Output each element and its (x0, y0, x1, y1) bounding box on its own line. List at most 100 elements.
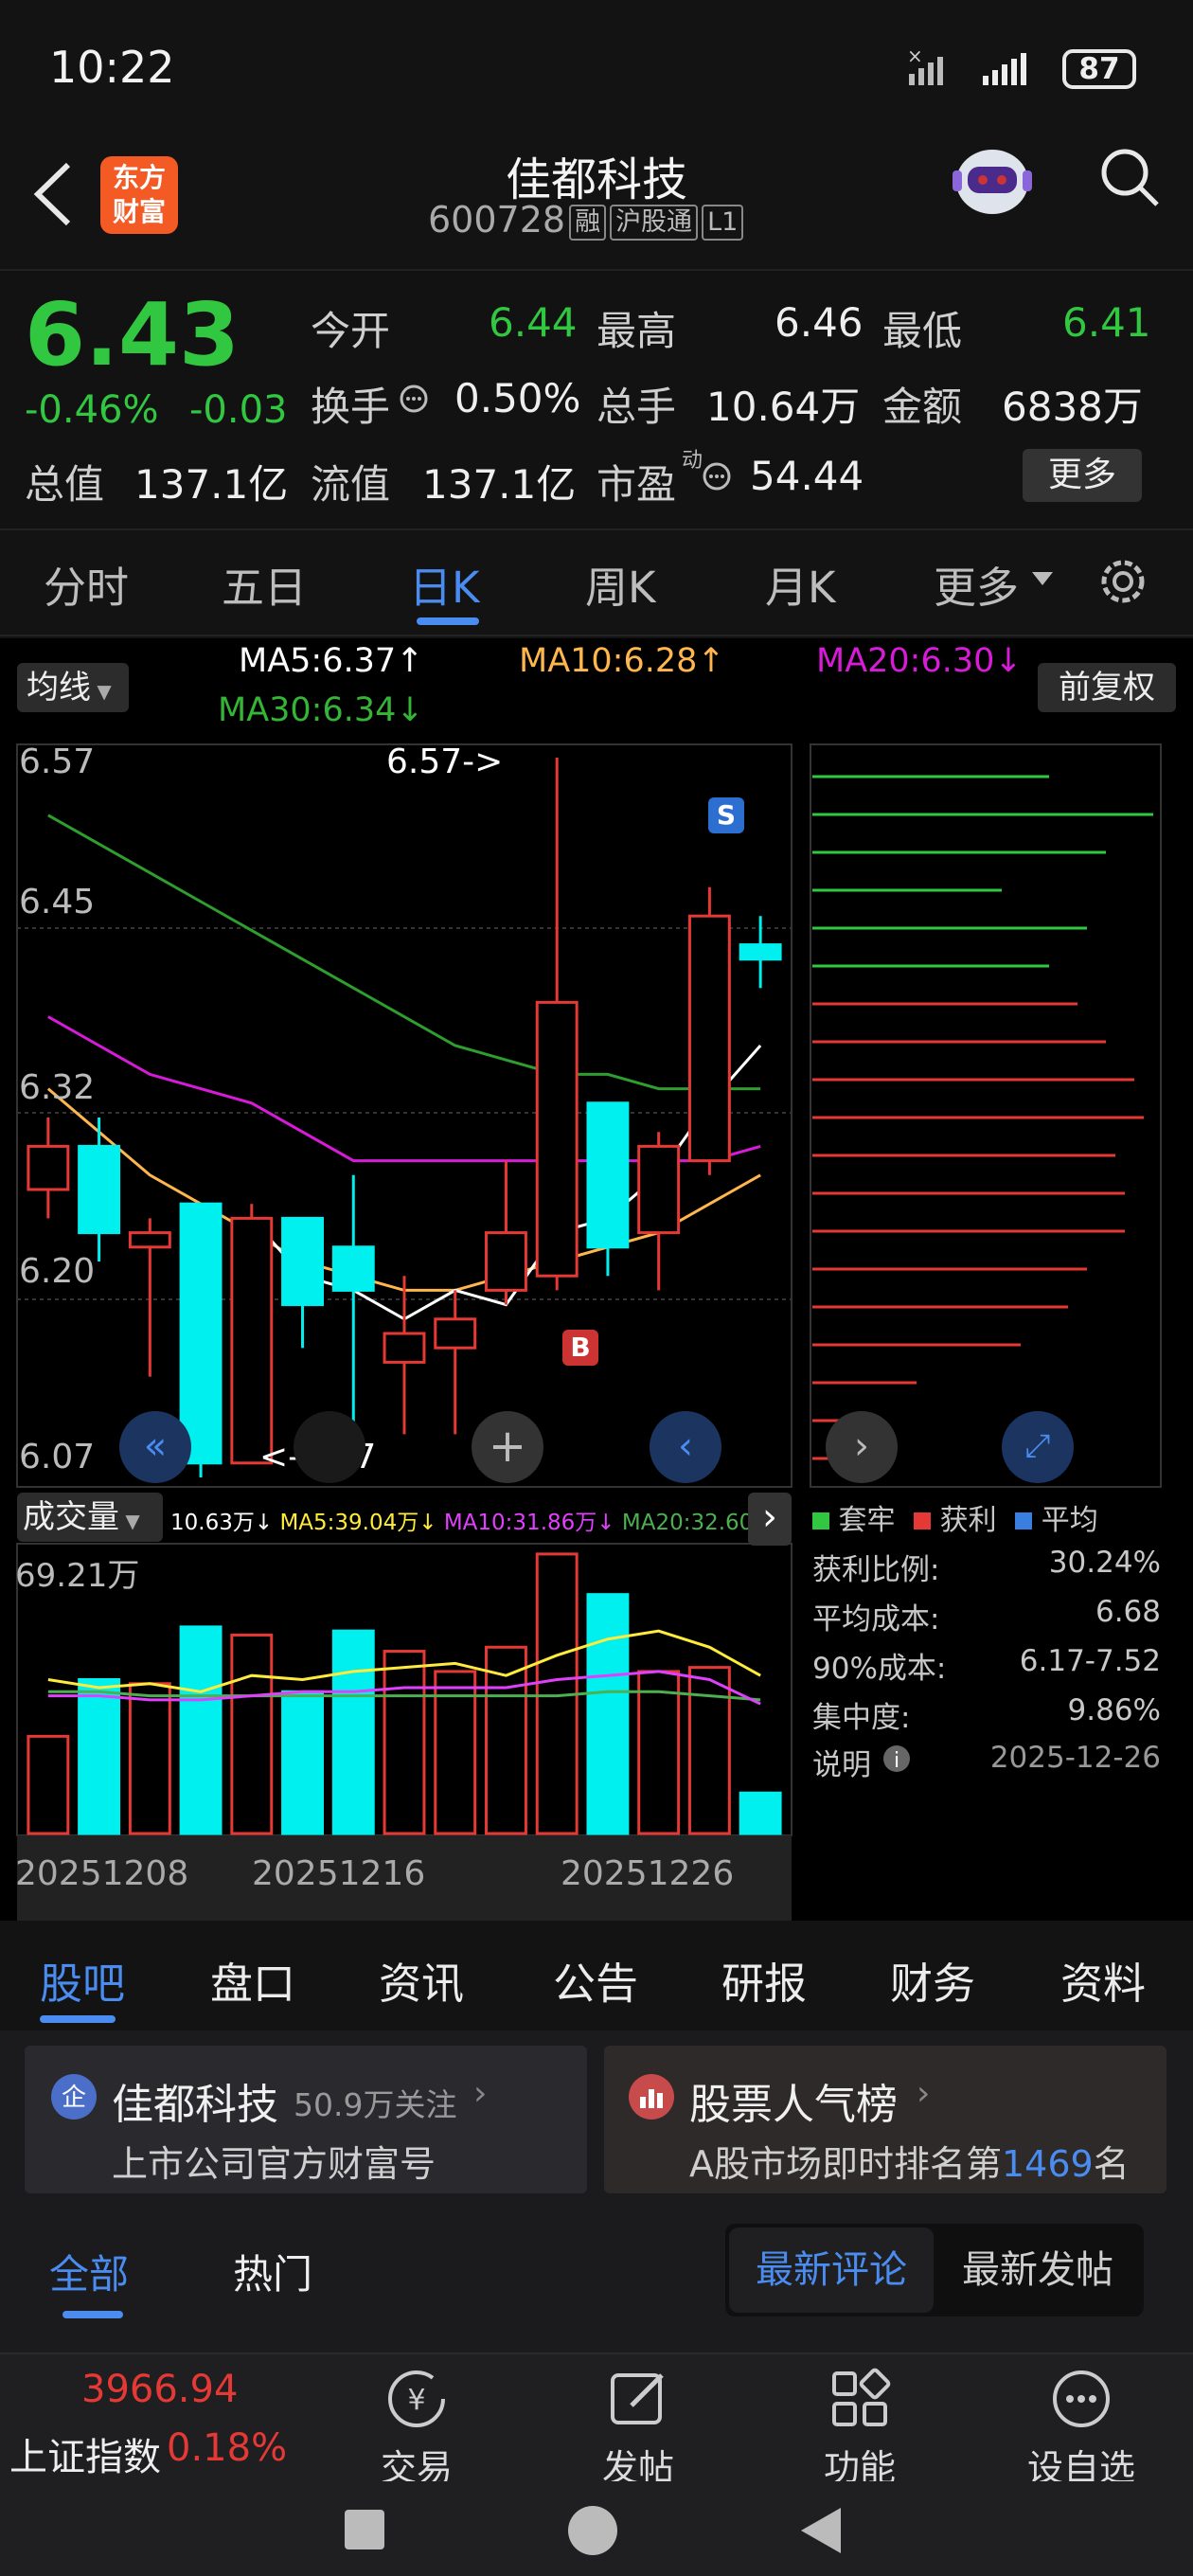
adjust-mode-button[interactable]: 前复权 (1038, 663, 1176, 712)
mktcap-value: 137.1亿 (134, 461, 289, 508)
tab-minute[interactable]: 分时 (44, 553, 129, 615)
price-label-low: 6.07 (19, 1438, 96, 1476)
chip-stat-label: 获利比例: (812, 1553, 940, 1587)
sort-latest-comment[interactable]: 最新评论 (729, 2227, 934, 2313)
date-label-1: 20251208 (15, 1854, 189, 1893)
grid-apps-icon (832, 2368, 891, 2426)
candles (27, 758, 782, 1477)
scroll-first-button[interactable]: « (119, 1411, 191, 1483)
rank-prefix: A股市场即时排名第 (689, 2143, 1002, 2185)
high-marker: 6.57-> (386, 742, 504, 781)
chip-stat-label: 集中度: (812, 1701, 911, 1735)
mktcap-label: 总值 (25, 461, 105, 508)
chip-distribution (812, 775, 1153, 1460)
popularity-subtitle: A股市场即时排名第1469名 (689, 2135, 1130, 2187)
add-watchlist-button[interactable]: 设自选 (1024, 2368, 1138, 2491)
volume-indicator-selector[interactable]: 成交量 ▼ (17, 1493, 163, 1542)
official-account-card[interactable]: 企 佳都科技 50.9万关注 › 上市公司官方财富号 (25, 2046, 587, 2193)
low-value: 6.41 (1062, 299, 1151, 346)
change-pct: -0.46% (25, 388, 159, 432)
volume-bar (739, 1791, 782, 1835)
sort-latest-post[interactable]: 最新发帖 (935, 2227, 1140, 2313)
high-label: 最高 (596, 308, 677, 354)
change-abs: -0.03 (189, 388, 288, 432)
volume-selector-label: 成交量 (23, 1498, 119, 1536)
date-label-3: 20251226 (561, 1854, 735, 1893)
open-value: 6.44 (489, 299, 578, 346)
svg-text:¥: ¥ (407, 2384, 425, 2417)
scroll-left-button[interactable]: ‹ (650, 1411, 721, 1483)
info-icon[interactable]: i (881, 1743, 913, 1775)
app-screen: 10:22 × 87 东方财富 佳都科技 600728 融沪股通 L1 6.43 -… (0, 0, 1193, 2576)
gear-icon[interactable] (1095, 553, 1151, 610)
tab-daily-k[interactable]: 日K (409, 553, 480, 615)
volume-value: 10.64万 (706, 384, 861, 430)
tab-more[interactable]: 更多 (934, 553, 1019, 615)
info-circle-icon[interactable] (398, 383, 430, 415)
volume-bar (230, 1633, 274, 1835)
tab-news[interactable]: 资讯 (379, 1949, 464, 2011)
ma5-legend: MA5:6.37↑ (239, 642, 424, 680)
ma-selector[interactable]: 均线 ▼ (17, 663, 129, 712)
candle-body (281, 1216, 324, 1307)
tab-profile[interactable]: 资料 (1060, 1949, 1146, 2011)
candle-body (637, 1144, 681, 1235)
sell-marker[interactable]: S (708, 797, 744, 833)
buy-marker[interactable]: B (562, 1330, 598, 1366)
vol-ma5: MA5:39.04万↓ (279, 1511, 437, 1535)
ma20-legend: MA20:6.30↓ (816, 642, 1023, 680)
chip-stat-value: 6.68 (1095, 1595, 1161, 1629)
tab-weekly-k[interactable]: 周K (585, 553, 656, 615)
enterprise-badge-icon: 企 (51, 2074, 97, 2120)
robot-assistant-icon[interactable] (947, 134, 1038, 225)
tab-pankou[interactable]: 盘口 (210, 1949, 295, 2011)
stock-code: 600728 (428, 199, 566, 241)
ma30-legend: MA30:6.34↓ (218, 691, 424, 729)
float-value: 137.1亿 (422, 461, 577, 508)
tab-5day[interactable]: 五日 (222, 553, 307, 615)
function-button[interactable]: 功能 (803, 2368, 917, 2491)
back-nav-icon[interactable] (797, 2504, 845, 2557)
chip-legend-average: 平均 (1041, 1504, 1098, 1537)
fullscreen-icon[interactable]: ⤢ (1002, 1411, 1074, 1483)
caret-down-icon (1032, 572, 1053, 585)
info-circle-icon[interactable] (701, 460, 733, 492)
volume-bar (128, 1682, 171, 1835)
official-follow-count: 50.9万关注 (294, 2086, 457, 2123)
search-icon[interactable] (1098, 146, 1161, 208)
turnover-label: 换手 (311, 384, 391, 430)
tab-finance[interactable]: 财务 (890, 1949, 975, 2011)
index-name[interactable]: 上证指数 (9, 2426, 161, 2481)
index-value[interactable]: 3966.94 (81, 2368, 238, 2411)
candle-body (78, 1144, 121, 1235)
filter-all[interactable]: 全部 (49, 2243, 129, 2300)
zoom-out-button[interactable] (294, 1411, 365, 1483)
tab-announce[interactable]: 公告 (553, 1949, 638, 2011)
tab-research[interactable]: 研报 (721, 1949, 807, 2011)
post-button[interactable]: 发帖 (581, 2368, 695, 2491)
svg-text:i: i (894, 1749, 899, 1773)
ma30-line (47, 814, 761, 1091)
tab-monthly-k[interactable]: 月K (765, 553, 836, 615)
zoom-in-button[interactable]: + (472, 1411, 543, 1483)
more-button[interactable]: 更多 (1023, 449, 1142, 502)
popularity-card[interactable]: 股票人气榜 › A股市场即时排名第1469名 (604, 2046, 1166, 2193)
recent-apps-icon[interactable] (341, 2506, 388, 2553)
volume-max-label: 69.21万 (15, 1557, 140, 1595)
tab-guba[interactable]: 股吧 (40, 1949, 125, 2011)
tag-level: L1 (702, 204, 744, 241)
trade-button[interactable]: ¥ 交易 (360, 2368, 473, 2491)
price-label-2: 6.45 (19, 883, 96, 921)
candle-body (535, 1000, 579, 1278)
chip-note-link[interactable]: 说明 (812, 1741, 871, 1783)
index-change[interactable]: 0.18% (167, 2426, 287, 2470)
last-price: 6.43 (25, 284, 240, 385)
scroll-right-button[interactable]: › (826, 1411, 898, 1483)
official-title: 佳都科技 (112, 2081, 278, 2129)
home-icon[interactable] (566, 2504, 619, 2557)
edit-icon (611, 2373, 664, 2424)
stock-code-line: 600728 融沪股通 L1 (428, 199, 744, 241)
volume-next-button[interactable]: › (748, 1493, 792, 1546)
candle-body (383, 1332, 426, 1364)
filter-hot[interactable]: 热门 (233, 2243, 312, 2300)
